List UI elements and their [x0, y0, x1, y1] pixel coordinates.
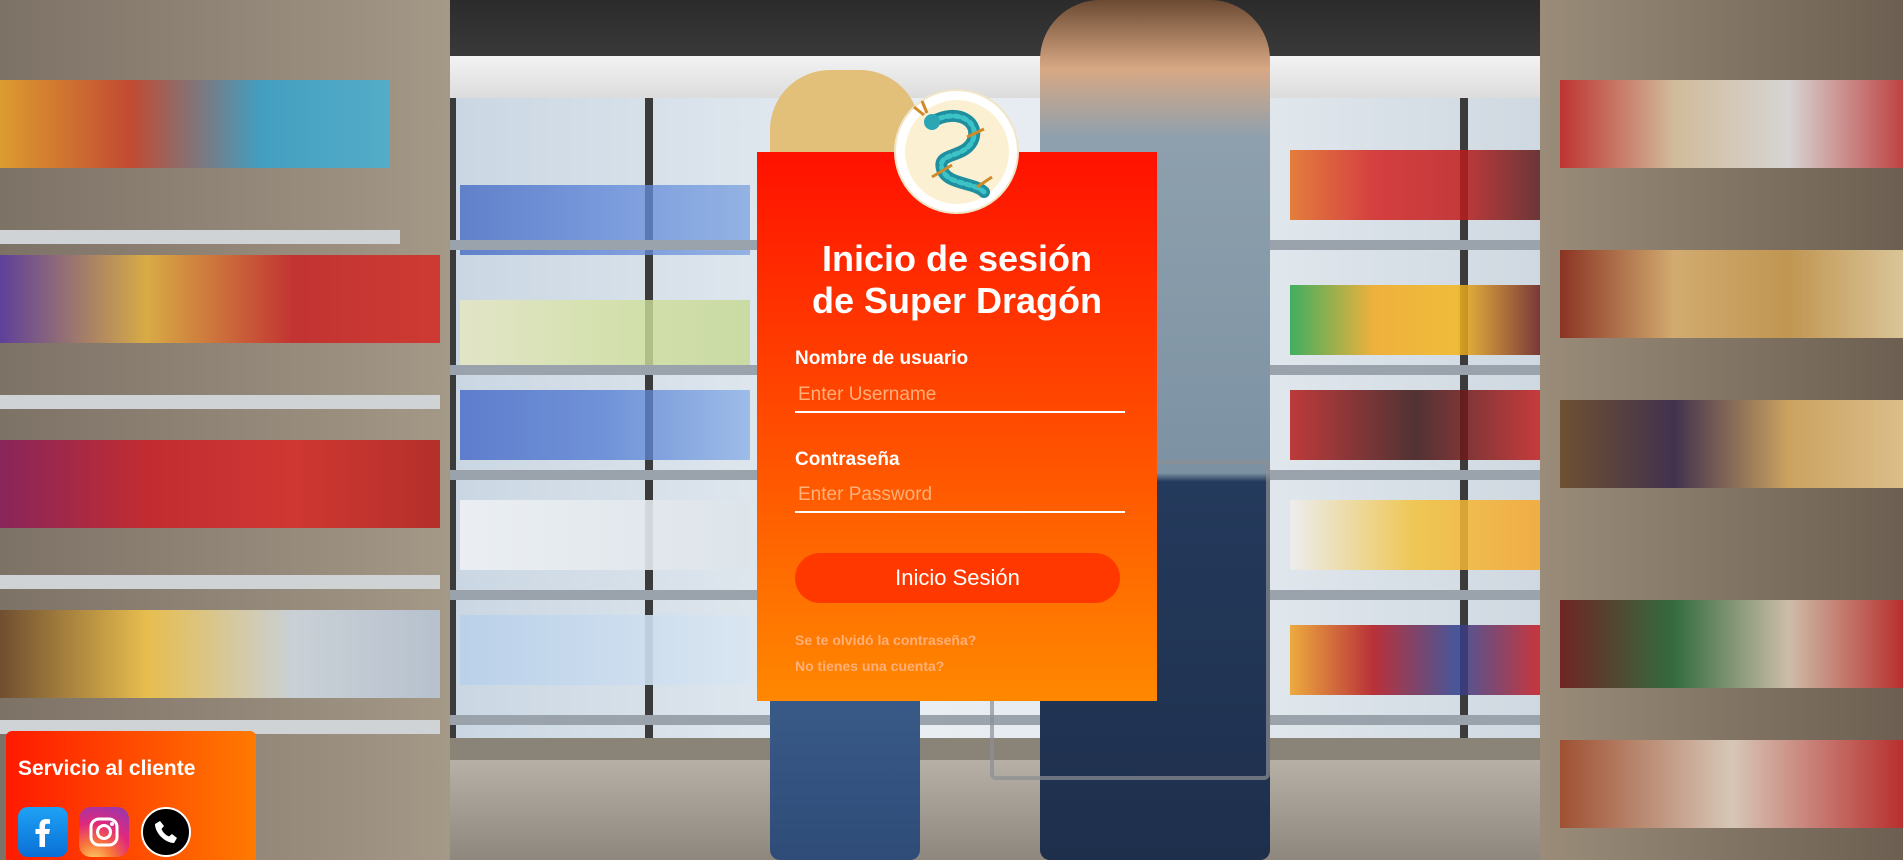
password-label: Contraseña	[795, 449, 900, 470]
login-title-line1: Inicio de sesión	[821, 238, 1093, 279]
phone-icon[interactable]	[141, 807, 191, 857]
login-title-line2: de Super Dragón	[811, 280, 1103, 321]
dragon-logo-icon	[894, 89, 1019, 214]
instagram-icon[interactable]	[79, 807, 129, 857]
facebook-icon[interactable]	[18, 807, 68, 857]
username-input[interactable]	[795, 379, 1125, 413]
username-label: Nombre de usuario	[795, 348, 969, 369]
customer-service-panel: Servicio al cliente	[6, 731, 256, 860]
login-card: Inicio de sesión de Super Dragón Nombre …	[757, 152, 1157, 701]
customer-service-title: Servicio al cliente	[18, 757, 196, 780]
no-account-link[interactable]: No tienes una cuenta?	[795, 658, 944, 674]
forgot-password-link[interactable]: Se te olvidó la contraseña?	[795, 632, 976, 648]
login-submit-button[interactable]: Inicio Sesión	[795, 553, 1120, 603]
password-input[interactable]	[795, 479, 1125, 513]
login-title: Inicio de sesión de Super Dragón	[757, 238, 1157, 322]
